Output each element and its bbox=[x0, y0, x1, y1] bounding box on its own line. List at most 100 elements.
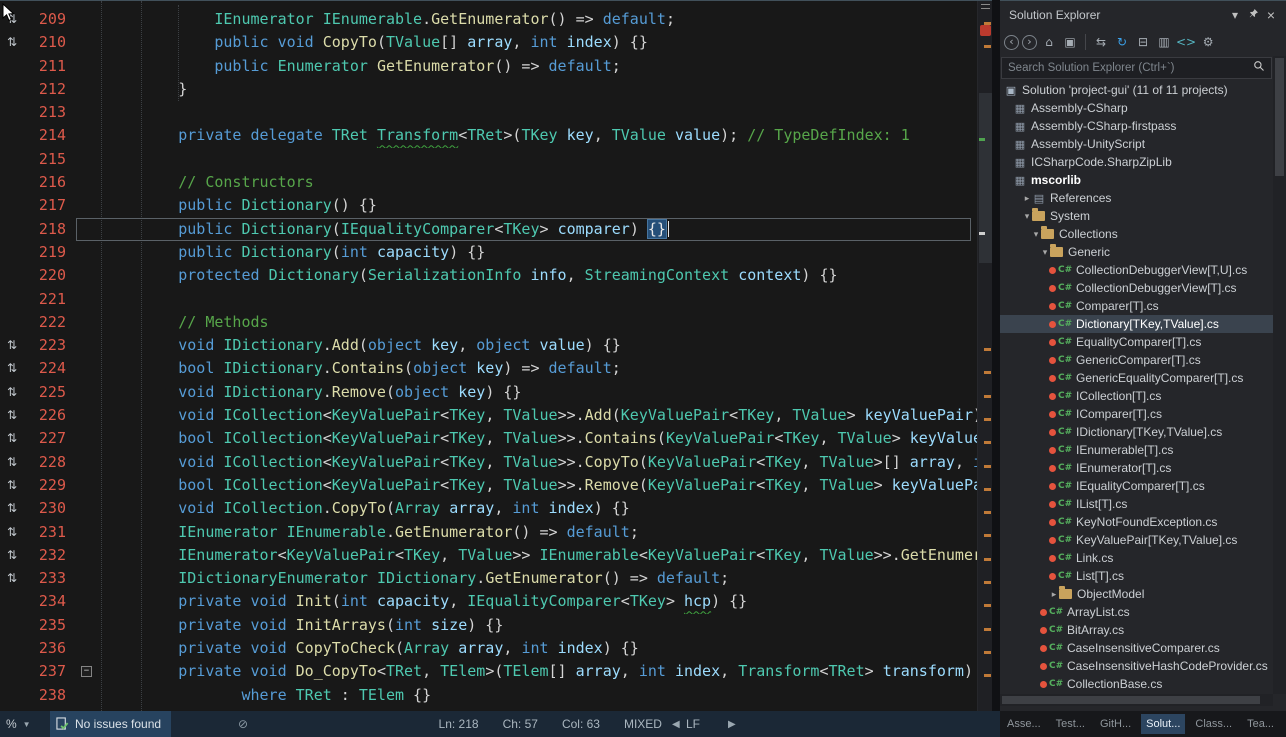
code-line[interactable]: ⇅232 IEnumerator<KeyValuePair<TKey, TVal… bbox=[0, 544, 977, 567]
forward-icon[interactable]: › bbox=[1022, 35, 1037, 50]
tree-item[interactable]: ▦Assembly-CSharp bbox=[1000, 99, 1273, 117]
code-line[interactable]: ⇅229 bool ICollection<KeyValuePair<TKey,… bbox=[0, 474, 977, 497]
code-line[interactable]: 211 public Enumerator GetEnumerator() =>… bbox=[0, 55, 977, 78]
pin-icon[interactable] bbox=[1244, 8, 1262, 22]
chevron-expanded-icon[interactable]: ▾ bbox=[1040, 247, 1050, 258]
code-line[interactable]: ⇅228 void ICollection<KeyValuePair<TKey,… bbox=[0, 451, 977, 474]
tool-window-tab[interactable]: GitH... bbox=[1095, 714, 1136, 734]
tree-item[interactable]: C#IEnumerable[T].cs bbox=[1000, 441, 1273, 459]
tool-window-tab[interactable]: Class... bbox=[1190, 714, 1237, 734]
chevron-collapsed-icon[interactable]: ▸ bbox=[1022, 193, 1032, 204]
tree-item[interactable]: C#GenericEqualityComparer[T].cs bbox=[1000, 369, 1273, 387]
implements-glyph-icon[interactable]: ⇅ bbox=[0, 334, 24, 357]
tree-item[interactable]: ▦Assembly-CSharp-firstpass bbox=[1000, 117, 1273, 135]
code-line[interactable]: 218 public Dictionary(IEqualityComparer<… bbox=[0, 218, 977, 241]
tree-item[interactable]: C#Link.cs bbox=[1000, 549, 1273, 567]
implements-glyph-icon[interactable]: ⇅ bbox=[0, 474, 24, 497]
tree-item[interactable]: C#CollectionBase.cs bbox=[1000, 675, 1273, 693]
code-line[interactable]: 235 private void InitArrays(int size) {} bbox=[0, 614, 977, 637]
tree-item[interactable]: ▦ICSharpCode.SharpZipLib bbox=[1000, 153, 1273, 171]
code-line[interactable]: 213 bbox=[0, 101, 977, 124]
scrollbar-thumb[interactable] bbox=[979, 93, 992, 263]
window-position-icon[interactable]: ▾ bbox=[1226, 8, 1244, 22]
code-line[interactable]: ⇅224 bool IDictionary.Contains(object ke… bbox=[0, 357, 977, 380]
implements-glyph-icon[interactable]: ⇅ bbox=[0, 427, 24, 450]
tree-item[interactable]: C#EqualityComparer[T].cs bbox=[1000, 333, 1273, 351]
tree-item[interactable]: C#IEqualityComparer[T].cs bbox=[1000, 477, 1273, 495]
code-line[interactable]: 212 } bbox=[0, 78, 977, 101]
code-line[interactable]: 217 public Dictionary() {} bbox=[0, 194, 977, 217]
implements-glyph-icon[interactable]: ⇅ bbox=[0, 8, 24, 31]
implements-glyph-icon[interactable]: ⇅ bbox=[0, 357, 24, 380]
code-line[interactable]: ⇅225 void IDictionary.Remove(object key)… bbox=[0, 381, 977, 404]
panel-vertical-scrollbar[interactable] bbox=[1273, 56, 1286, 694]
implements-glyph-icon[interactable]: ⇅ bbox=[0, 567, 24, 590]
implements-glyph-icon[interactable]: ⇅ bbox=[0, 381, 24, 404]
tree-item[interactable]: C#ICollection[T].cs bbox=[1000, 387, 1273, 405]
issues-status[interactable]: No issues found bbox=[50, 711, 171, 737]
editor-vertical-scrollbar[interactable] bbox=[977, 1, 992, 711]
tree-item[interactable]: C#IList[T].cs bbox=[1000, 495, 1273, 513]
tree-item[interactable]: ▾Collections bbox=[1000, 225, 1273, 243]
tree-item[interactable]: C#GenericComparer[T].cs bbox=[1000, 351, 1273, 369]
code-line[interactable]: 214 private delegate TRet Transform<TRet… bbox=[0, 124, 977, 147]
code-line[interactable]: ⇅231 IEnumerator IEnumerable.GetEnumerat… bbox=[0, 521, 977, 544]
chevron-expanded-icon[interactable]: ▾ bbox=[1031, 229, 1041, 240]
implements-glyph-icon[interactable]: ⇅ bbox=[0, 31, 24, 54]
tree-item[interactable]: ▸ObjectModel bbox=[1000, 585, 1273, 603]
code-line[interactable]: 234 private void Init(int capacity, IEqu… bbox=[0, 590, 977, 613]
tool-window-tab[interactable]: Solut... bbox=[1141, 714, 1185, 734]
code-line[interactable]: 222 // Methods bbox=[0, 311, 977, 334]
implements-glyph-icon[interactable]: ⇅ bbox=[0, 451, 24, 474]
tree-item[interactable]: ▸▤References bbox=[1000, 189, 1273, 207]
tree-item[interactable]: ▾Generic bbox=[1000, 243, 1273, 261]
tree-item[interactable]: ▦Assembly-UnityScript bbox=[1000, 135, 1273, 153]
implements-glyph-icon[interactable]: ⇅ bbox=[0, 521, 24, 544]
code-line[interactable]: 215 bbox=[0, 148, 977, 171]
tree-item[interactable]: C#List[T].cs bbox=[1000, 567, 1273, 585]
show-all-files-icon[interactable]: ▥ bbox=[1155, 33, 1173, 51]
code-editor[interactable]: ⇅209 IEnumerator IEnumerable.GetEnumerat… bbox=[0, 0, 992, 711]
implements-glyph-icon[interactable]: ⇅ bbox=[0, 544, 24, 567]
sync-with-active-document-icon[interactable]: ⇆ bbox=[1092, 33, 1110, 51]
back-icon[interactable]: ‹ bbox=[1004, 35, 1019, 50]
tool-window-tab[interactable]: Tea... bbox=[1242, 714, 1279, 734]
tool-window-tab[interactable]: Test... bbox=[1051, 714, 1090, 734]
search-input[interactable]: Search Solution Explorer (Ctrl+`) bbox=[1001, 57, 1272, 79]
implements-glyph-icon[interactable]: ⇅ bbox=[0, 497, 24, 520]
scroll-right-icon[interactable]: ▶ bbox=[728, 711, 736, 737]
fold-collapse-icon[interactable]: − bbox=[81, 666, 92, 677]
code-line[interactable]: 216 // Constructors bbox=[0, 171, 977, 194]
tree-item[interactable]: ▣Solution 'project-gui' (11 of 11 projec… bbox=[1000, 81, 1273, 99]
properties-icon[interactable]: ⚙ bbox=[1199, 33, 1217, 51]
tree-item[interactable]: C#ArrayList.cs bbox=[1000, 603, 1273, 621]
tree-item[interactable]: C#IDictionary[TKey,TValue].cs bbox=[1000, 423, 1273, 441]
code-line[interactable]: ⇅226 void ICollection<KeyValuePair<TKey,… bbox=[0, 404, 977, 427]
close-icon[interactable]: × bbox=[1262, 7, 1280, 23]
refresh-icon[interactable]: ↻ bbox=[1113, 33, 1131, 51]
code-line[interactable]: ⇅209 IEnumerator IEnumerable.GetEnumerat… bbox=[0, 8, 977, 31]
collapse-all-icon[interactable]: ⊟ bbox=[1134, 33, 1152, 51]
tree-item[interactable]: C#BitArray.cs bbox=[1000, 621, 1273, 639]
tree-item[interactable]: C#Comparer[T].cs bbox=[1000, 297, 1273, 315]
code-line[interactable]: ⇅227 bool ICollection<KeyValuePair<TKey,… bbox=[0, 427, 977, 450]
chevron-expanded-icon[interactable]: ▾ bbox=[1022, 211, 1032, 222]
search-icon[interactable] bbox=[1253, 59, 1265, 77]
code-line[interactable]: 236 private void CopyToCheck(Array array… bbox=[0, 637, 977, 660]
tree-item[interactable]: ▦mscorlib bbox=[1000, 171, 1273, 189]
code-line[interactable]: 221 bbox=[0, 288, 977, 311]
code-line[interactable]: 237− private void Do_CopyTo<TRet, TElem>… bbox=[0, 660, 977, 683]
chevron-collapsed-icon[interactable]: ▸ bbox=[1049, 589, 1059, 600]
split-editor-handle-icon[interactable] bbox=[981, 4, 990, 9]
tree-item[interactable]: C#CollectionDebuggerView[T,U].cs bbox=[1000, 261, 1273, 279]
panel-horizontal-scrollbar[interactable] bbox=[1000, 694, 1273, 706]
notifications-icon[interactable]: ⊘ bbox=[238, 711, 248, 737]
tool-window-tab[interactable]: Asse... bbox=[1002, 714, 1046, 734]
solution-explorer-titlebar[interactable]: Solution Explorer ▾ × bbox=[1000, 1, 1286, 29]
code-line[interactable]: 220 protected Dictionary(SerializationIn… bbox=[0, 264, 977, 287]
code-line[interactable]: ⇅223 void IDictionary.Add(object key, ob… bbox=[0, 334, 977, 357]
tree-item[interactable]: C#CollectionDebuggerView[T].cs bbox=[1000, 279, 1273, 297]
tree-item[interactable]: C#KeyValuePair[TKey,TValue].cs bbox=[1000, 531, 1273, 549]
zoom-control[interactable]: % ▼ bbox=[6, 711, 31, 737]
tree-item[interactable]: C#CaseInsensitiveHashCodeProvider.cs bbox=[1000, 657, 1273, 675]
